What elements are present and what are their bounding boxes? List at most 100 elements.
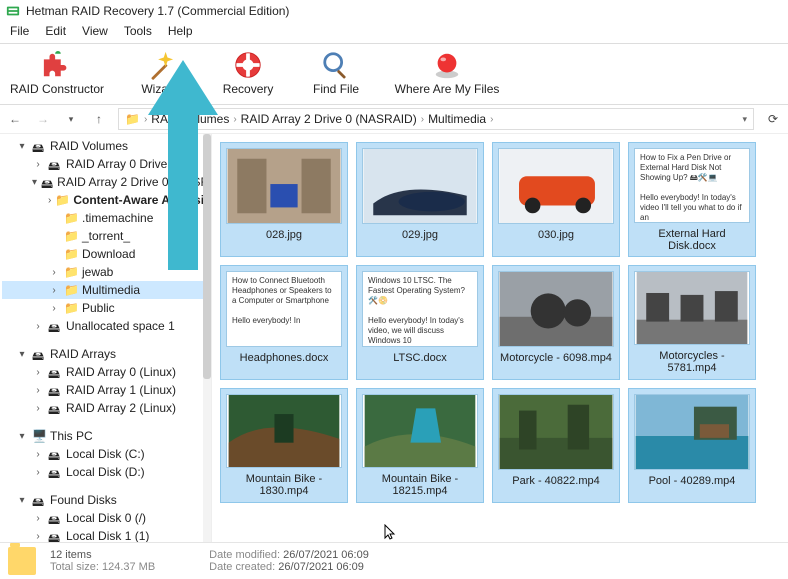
tree-jewab[interactable]: ›📁jewab: [2, 263, 209, 281]
file-grid: 028.jpg 029.jpg 030.jpg How to Fix a Pen…: [212, 134, 788, 542]
tree-timemachine[interactable]: 📁.timemachine: [2, 209, 209, 227]
tree-found-disks[interactable]: ▾🖴Found Disks: [2, 491, 209, 509]
file-item[interactable]: 029.jpg: [356, 142, 484, 257]
expand-icon[interactable]: ›: [32, 449, 44, 460]
tree-found0[interactable]: ›🖴Local Disk 0 (/): [2, 509, 209, 527]
tree-public[interactable]: ›📁Public: [2, 299, 209, 317]
collapse-icon[interactable]: ▾: [16, 349, 28, 360]
folder-icon: [8, 547, 36, 575]
expand-icon[interactable]: ›: [32, 531, 44, 542]
menu-tools[interactable]: Tools: [118, 22, 158, 40]
expand-icon[interactable]: ›: [32, 159, 44, 170]
menu-edit[interactable]: Edit: [39, 22, 72, 40]
tree-array2-drive0[interactable]: ▾🖴RAID Array 2 Drive 0 (NASRAID): [2, 173, 209, 191]
lifebuoy-icon: [233, 50, 263, 80]
file-item[interactable]: How to Fix a Pen Drive or External Hard …: [628, 142, 756, 257]
expand-icon[interactable]: ›: [48, 267, 60, 278]
tree-local-d[interactable]: ›🖴Local Disk (D:): [2, 463, 209, 481]
image-thumbnail: [226, 148, 342, 224]
expand-icon[interactable]: ›: [32, 513, 44, 524]
tree-this-pc[interactable]: ▾🖥️This PC: [2, 427, 209, 445]
status-modified: 26/07/2021 06:09: [283, 549, 369, 561]
status-total-size: Total size: 124.37 MB: [50, 561, 155, 573]
tree-torrent[interactable]: 📁_torrent_: [2, 227, 209, 245]
file-item[interactable]: How to Connect Bluetooth Headphones or S…: [220, 265, 348, 380]
refresh-button[interactable]: ⟳: [764, 112, 782, 126]
collapse-icon[interactable]: ▾: [16, 431, 28, 442]
status-created-label: Date created:: [209, 561, 275, 573]
file-item[interactable]: Pool - 40289.mp4: [628, 388, 756, 503]
file-item[interactable]: Windows 10 LTSC. The Fastest Operating S…: [356, 265, 484, 380]
file-name: 030.jpg: [538, 229, 574, 241]
raid-constructor-button[interactable]: RAID Constructor: [10, 50, 104, 96]
video-thumbnail: [498, 271, 614, 347]
chevron-down-icon[interactable]: ▾: [742, 114, 747, 125]
menu-bar: File Edit View Tools Help: [0, 22, 788, 44]
collapse-icon[interactable]: ▾: [16, 141, 28, 152]
folder-icon: 📁: [125, 112, 140, 126]
file-name: 028.jpg: [266, 229, 302, 241]
file-name: Motorcycles - 5781.mp4: [634, 350, 750, 374]
tree-found1[interactable]: ›🖴Local Disk 1 (1): [2, 527, 209, 542]
raid-constructor-label: RAID Constructor: [10, 82, 104, 96]
tree-download[interactable]: 📁Download: [2, 245, 209, 263]
tree-raid0-linux[interactable]: ›🖴RAID Array 0 (Linux): [2, 363, 209, 381]
recovery-button[interactable]: Recovery: [216, 50, 280, 96]
forward-button[interactable]: →: [34, 110, 52, 128]
file-item[interactable]: Mountain Bike - 1830.mp4: [220, 388, 348, 503]
file-item[interactable]: Motorcycle - 6098.mp4: [492, 265, 620, 380]
wizard-button[interactable]: Wizard: [128, 50, 192, 96]
document-thumbnail: How to Fix a Pen Drive or External Hard …: [634, 148, 750, 223]
crumb-multimedia[interactable]: Multimedia: [428, 112, 486, 126]
tree-content-aware[interactable]: ›📁Content-Aware Analysis: [2, 191, 209, 209]
wizard-label: Wizard: [141, 82, 178, 96]
collapse-icon[interactable]: ▾: [16, 495, 28, 506]
expand-icon[interactable]: ›: [32, 321, 44, 332]
expand-icon[interactable]: ›: [32, 467, 44, 478]
file-name: 029.jpg: [402, 229, 438, 241]
crumb-raid-volumes[interactable]: RAID Volumes: [151, 112, 229, 126]
file-name: Motorcycle - 6098.mp4: [500, 352, 612, 364]
document-thumbnail: Windows 10 LTSC. The Fastest Operating S…: [362, 271, 478, 347]
where-label: Where Are My Files: [395, 82, 500, 96]
video-thumbnail: [634, 394, 750, 470]
tree-unallocated[interactable]: ›🖴Unallocated space 1: [2, 317, 209, 335]
crumb-array2[interactable]: RAID Array 2 Drive 0 (NASRAID): [241, 112, 417, 126]
where-are-my-files-button[interactable]: Where Are My Files: [392, 50, 502, 96]
tree-raid-arrays[interactable]: ▾🖴RAID Arrays: [2, 345, 209, 363]
tree-array0-drive0[interactable]: ›🖴RAID Array 0 Drive 0: [2, 155, 209, 173]
tree-scrollbar[interactable]: [203, 134, 211, 542]
up-button[interactable]: ↑: [90, 110, 108, 128]
chevron-right-icon: ›: [421, 114, 424, 125]
file-item[interactable]: Motorcycles - 5781.mp4: [628, 265, 756, 380]
breadcrumb[interactable]: 📁 › RAID Volumes › RAID Array 2 Drive 0 …: [118, 108, 754, 130]
collapse-icon[interactable]: ▾: [32, 177, 37, 188]
tree-raid1-linux[interactable]: ›🖴RAID Array 1 (Linux): [2, 381, 209, 399]
file-item[interactable]: 030.jpg: [492, 142, 620, 257]
expand-icon[interactable]: ›: [32, 367, 44, 378]
menu-file[interactable]: File: [4, 22, 35, 40]
menu-help[interactable]: Help: [162, 22, 199, 40]
expand-icon[interactable]: ›: [32, 403, 44, 414]
nav-bar: ← → ▾ ↑ 📁 › RAID Volumes › RAID Array 2 …: [0, 105, 788, 134]
tree-raid-volumes[interactable]: ▾🖴RAID Volumes: [2, 137, 209, 155]
file-item[interactable]: Park - 40822.mp4: [492, 388, 620, 503]
main-area: ▾🖴RAID Volumes ›🖴RAID Array 0 Drive 0 ▾🖴…: [0, 134, 788, 542]
expand-icon[interactable]: ›: [48, 285, 60, 296]
expand-icon[interactable]: ›: [48, 303, 60, 314]
history-dropdown[interactable]: ▾: [62, 110, 80, 128]
buzzer-icon: [432, 50, 462, 80]
tree-multimedia[interactable]: ›📁Multimedia: [2, 281, 209, 299]
back-button[interactable]: ←: [6, 110, 24, 128]
tree-raid2-linux[interactable]: ›🖴RAID Array 2 (Linux): [2, 399, 209, 417]
puzzle-icon: [42, 50, 72, 80]
expand-icon[interactable]: ›: [32, 385, 44, 396]
expand-icon[interactable]: ›: [48, 195, 51, 206]
find-file-button[interactable]: Find File: [304, 50, 368, 96]
menu-view[interactable]: View: [76, 22, 114, 40]
file-item[interactable]: Mountain Bike - 18215.mp4: [356, 388, 484, 503]
tree-local-c[interactable]: ›🖴Local Disk (C:): [2, 445, 209, 463]
file-item[interactable]: 028.jpg: [220, 142, 348, 257]
file-name: Pool - 40289.mp4: [649, 475, 736, 487]
file-name: Mountain Bike - 18215.mp4: [362, 473, 478, 497]
